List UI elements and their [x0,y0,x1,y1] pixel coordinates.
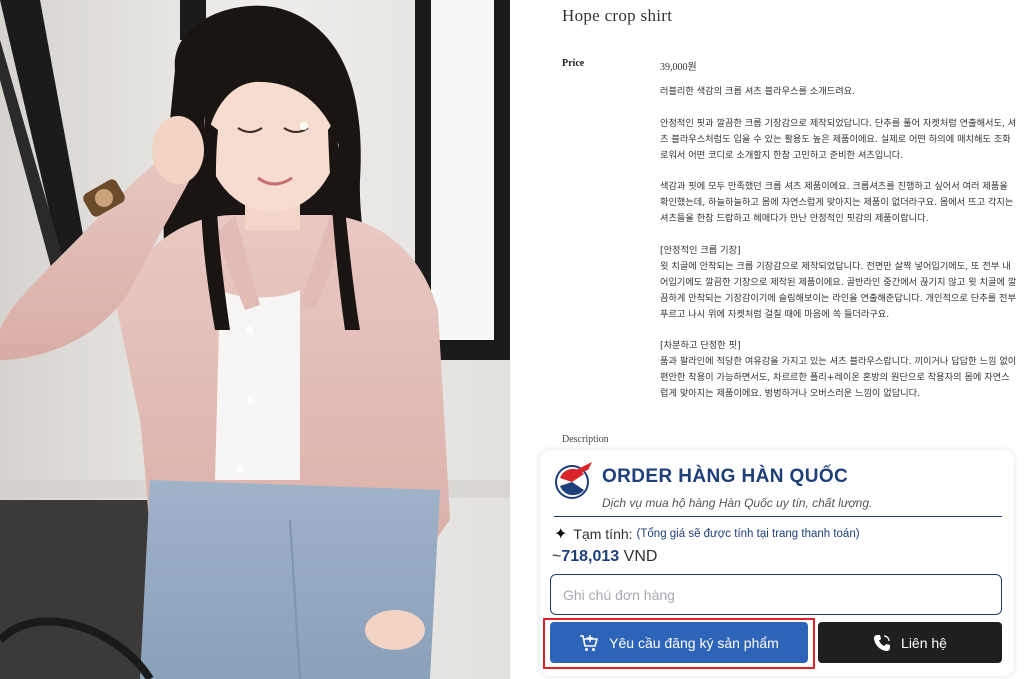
brand-name: ORDER HÀNG HÀN QUỐC [602,466,849,487]
description-paragraph: 안정적인 핏과 깔끔한 크롭 기장감으로 제작되었답니다. 단추를 풀어 자켓처… [660,117,1017,161]
price-label: Price [562,58,585,69]
contact-button-label: Liên hệ [901,634,947,651]
contact-button[interactable]: Liên hệ [818,622,1002,663]
description-paragraph: [안정적인 크롭 기장] 윗 치골에 안착되는 크롭 기장감으로 제작되었답니다… [660,245,1017,320]
register-button-label: Yêu cầu đăng ký sản phẩm [609,634,779,651]
description-paragraph: 러블리한 색감의 크롭 셔츠 블라우스를 소개드려요. [660,86,856,97]
description-paragraph: [차분하고 단정한 핏] 품과 팔라인에 적당한 여유감을 가지고 있는 셔츠 … [660,340,1017,400]
total-row: ~718,013 VND [552,548,657,566]
product-photo [0,0,510,679]
subtotal-label: Tạm tính: [573,526,633,542]
product-title: Hope crop shirt [562,6,673,25]
product-description: 러블리한 색감의 크롭 셔츠 블라우스를 소개드려요. 안정적인 핏과 깔끔한 … [660,84,1018,448]
approx-symbol: ~ [552,548,562,565]
order-widget: ORDER HÀNG HÀN QUỐC Dịch vụ mua hộ hàng … [540,450,1014,676]
total-value: 718,013 [561,548,620,565]
price-value: 39,000원 [660,62,697,73]
register-product-button[interactable]: Yêu cầu đăng ký sản phẩm [550,622,808,663]
description-paragraph: 색감과 핏에 모두 만족했던 크롭 셔츠 제품이에요. 크롭셔츠를 진행하고 싶… [660,181,1014,225]
subtotal-note: (Tổng giá sẽ được tính tại trang thanh t… [636,528,860,540]
description-label: Description [562,434,609,445]
divider [554,516,1002,517]
brand-logo-icon [555,462,592,499]
currency-label: VND [623,548,658,565]
brand-tagline: Dịch vụ mua hộ hàng Hàn Quốc uy tín, chấ… [602,496,873,510]
sparkle-icon: ✦ [554,526,568,543]
model-image [0,0,510,679]
order-note-input[interactable] [550,574,1002,615]
subtotal-row: ✦ Tạm tính: (Tổng giá sẽ được tính tại t… [554,524,860,544]
cart-icon [580,634,598,651]
phone-icon [874,634,891,651]
